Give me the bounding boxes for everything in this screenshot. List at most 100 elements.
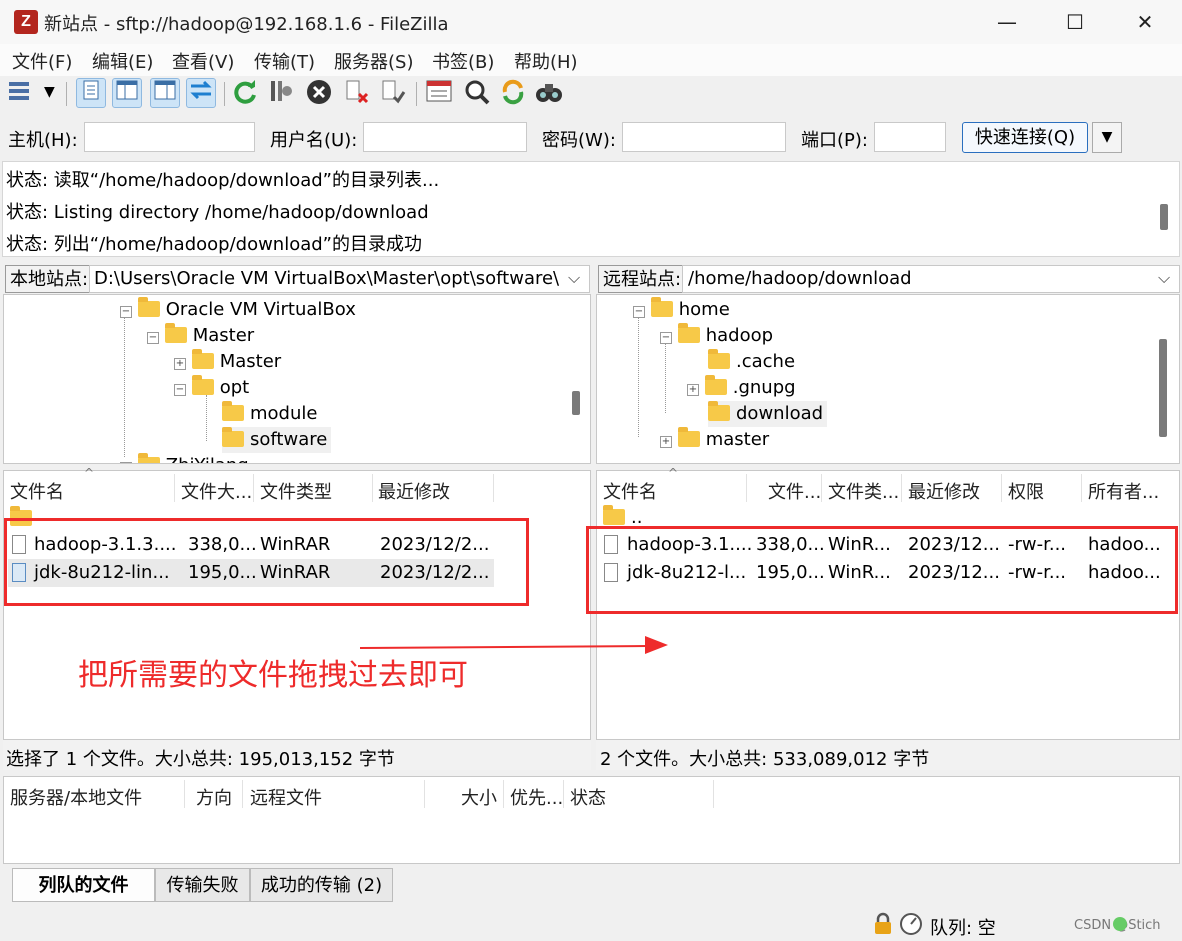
column-divider[interactable] [821, 474, 822, 502]
directory-listing-filter-icon[interactable] [424, 78, 454, 108]
tree-item[interactable]: + Master [174, 349, 281, 375]
folder-icon [603, 505, 625, 525]
toggle-queue-icon[interactable] [186, 78, 216, 108]
column-header-name[interactable]: 文件名 [603, 478, 657, 504]
expand-icon[interactable]: + [687, 384, 699, 396]
minimize-button[interactable]: — [972, 0, 1042, 44]
tree-item[interactable]: .cache [708, 349, 795, 375]
username-input[interactable] [363, 122, 527, 152]
tree-item-selected[interactable]: software [222, 427, 332, 453]
tree-item-label: .gnupg [732, 377, 796, 398]
password-input[interactable] [622, 122, 786, 152]
tree-item[interactable]: − hadoop [660, 323, 773, 349]
expand-icon[interactable]: + [660, 436, 672, 448]
toggle-local-tree-icon[interactable] [112, 78, 142, 108]
menu-server[interactable]: 服务器(S) [334, 48, 413, 74]
tree-item[interactable]: + master [660, 427, 769, 453]
column-divider[interactable] [713, 780, 714, 808]
column-divider[interactable] [563, 780, 564, 808]
disconnect-icon[interactable] [342, 78, 372, 108]
menu-transfer[interactable]: 传输(T) [254, 48, 315, 74]
tab-successful-transfers[interactable]: 成功的传输 (2) [250, 868, 393, 902]
tree-item[interactable]: module [222, 401, 317, 427]
column-divider[interactable] [253, 474, 254, 502]
queue-header-direction[interactable]: 方向 [196, 784, 232, 810]
tab-failed-transfers[interactable]: 传输失败 [155, 868, 250, 902]
column-divider[interactable] [372, 474, 373, 502]
column-header-size[interactable]: 文件... [768, 478, 821, 504]
process-queue-icon[interactable] [266, 78, 296, 108]
column-divider[interactable] [242, 780, 243, 808]
log-line: 状态: 读取“/home/hadoop/download”的目录列表... [6, 170, 440, 191]
collapse-icon[interactable]: − [174, 384, 186, 396]
port-input[interactable] [874, 122, 946, 152]
tree-item-label: master [705, 429, 770, 450]
column-divider[interactable] [493, 474, 494, 502]
queue-header-file[interactable]: 服务器/本地文件 [10, 784, 142, 810]
search-remote-files-icon[interactable] [534, 78, 564, 108]
close-button[interactable]: ✕ [1110, 0, 1180, 44]
tree-item[interactable]: − home [633, 297, 730, 323]
log-scrollbar[interactable] [1160, 204, 1168, 230]
column-header-size[interactable]: 文件大... [181, 478, 252, 504]
tree-item[interactable]: − Master [147, 323, 254, 349]
chevron-down-icon[interactable]: ⌵ [1158, 268, 1170, 288]
column-divider[interactable] [424, 780, 425, 808]
chevron-down-icon[interactable]: ⌵ [568, 268, 580, 288]
column-divider[interactable] [901, 474, 902, 502]
quickconnect-history-dropdown[interactable]: ▼ [1092, 122, 1122, 153]
column-header-type[interactable]: 文件类... [828, 478, 899, 504]
column-header-modified[interactable]: 最近修改 [908, 478, 980, 504]
expand-icon[interactable]: + [120, 462, 132, 463]
column-divider[interactable] [1081, 474, 1082, 502]
queue-header-status[interactable]: 状态 [570, 784, 606, 810]
remote-tree-scrollbar[interactable] [1159, 339, 1167, 437]
tree-item-label: Master [219, 351, 282, 372]
column-divider[interactable] [184, 780, 185, 808]
queue-header-size[interactable]: 大小 [461, 784, 497, 810]
queue-header-remote-file[interactable]: 远程文件 [250, 784, 322, 810]
column-header-modified[interactable]: 最近修改 [378, 478, 450, 504]
menu-bookmarks[interactable]: 书签(B) [432, 48, 494, 74]
menu-file[interactable]: 文件(F) [12, 48, 72, 74]
column-header-type[interactable]: 文件类型 [260, 478, 332, 504]
column-header-permissions[interactable]: 权限 [1008, 478, 1044, 504]
host-input[interactable] [84, 122, 255, 152]
tree-item[interactable]: − Oracle VM VirtualBox [120, 297, 356, 323]
folder-icon [708, 349, 730, 369]
site-manager-icon[interactable] [6, 78, 36, 108]
tree-item-selected[interactable]: download [708, 401, 828, 427]
tree-item[interactable]: + .gnupg [687, 375, 796, 401]
refresh-icon[interactable] [230, 78, 260, 108]
queue-header-priority[interactable]: 优先... [510, 784, 563, 810]
compare-directories-icon[interactable] [462, 78, 492, 108]
maximize-button[interactable]: ☐ [1040, 0, 1110, 44]
tree-item[interactable]: − opt [174, 375, 249, 401]
column-divider[interactable] [1001, 474, 1002, 502]
reconnect-icon[interactable] [378, 78, 408, 108]
filezilla-logo-icon: Z [14, 10, 38, 34]
speed-limit-icon[interactable] [899, 912, 923, 941]
menu-view[interactable]: 查看(V) [172, 48, 234, 74]
column-header-name[interactable]: 文件名 [10, 478, 64, 504]
quickconnect-button[interactable]: 快速连接(Q) [962, 122, 1088, 153]
tree-item-label: ZhiYilang [166, 455, 249, 463]
collapse-icon[interactable]: − [147, 332, 159, 344]
tree-item[interactable]: + ZhiYilang [120, 453, 249, 463]
toggle-log-icon[interactable] [76, 78, 106, 108]
menu-edit[interactable]: 编辑(E) [92, 48, 153, 74]
collapse-icon[interactable]: − [120, 306, 132, 318]
site-manager-dropdown-icon[interactable]: ▼ [44, 84, 55, 100]
column-header-owner[interactable]: 所有者... [1088, 478, 1159, 504]
local-tree-scrollbar[interactable] [572, 391, 580, 415]
toggle-remote-tree-icon[interactable] [150, 78, 180, 108]
expand-icon[interactable]: + [174, 358, 186, 370]
cancel-operation-icon[interactable] [304, 78, 334, 108]
tab-queued-files[interactable]: 列队的文件 [12, 868, 155, 902]
column-divider[interactable] [174, 474, 175, 502]
synchronized-browsing-icon[interactable] [498, 78, 528, 108]
column-divider[interactable] [746, 474, 747, 502]
menu-help[interactable]: 帮助(H) [514, 48, 578, 74]
column-divider[interactable] [503, 780, 504, 808]
folder-icon [164, 323, 187, 343]
